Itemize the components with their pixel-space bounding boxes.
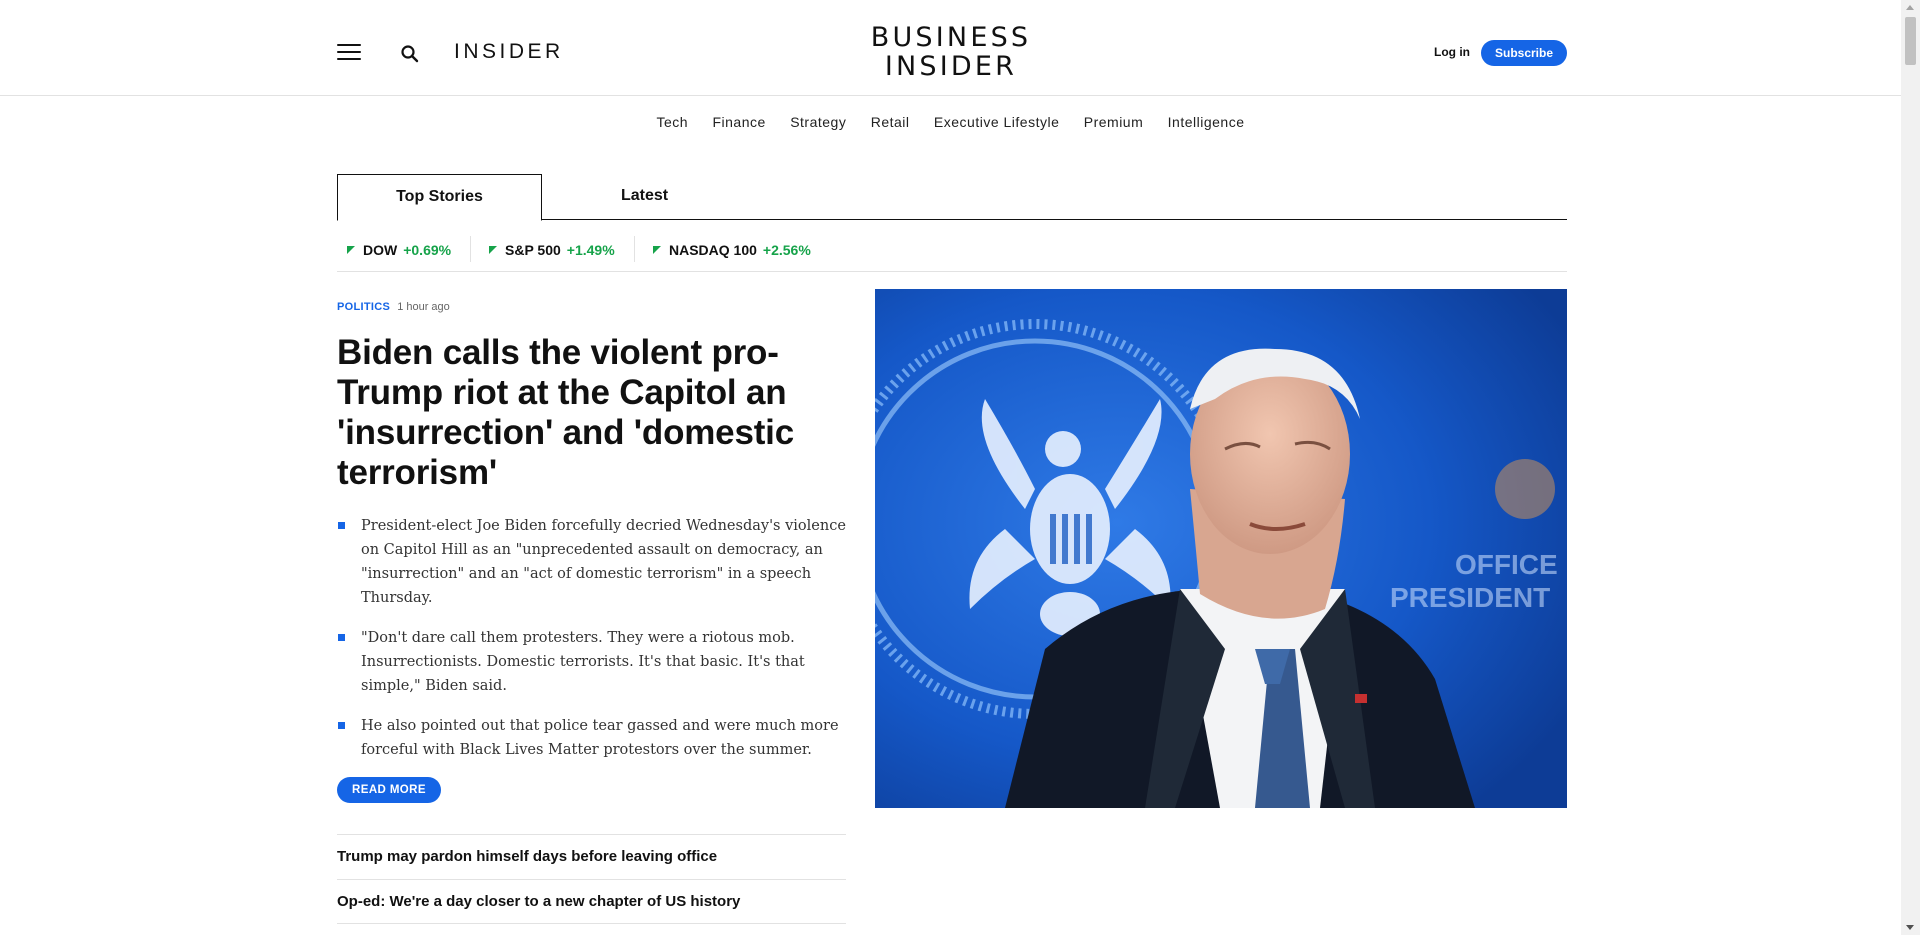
subscribe-button[interactable]: Subscribe — [1481, 40, 1567, 66]
search-icon[interactable] — [400, 44, 420, 64]
logo-line-insider: INSIDER — [884, 51, 1018, 82]
logo-line-business: BUSINESS — [870, 22, 1032, 53]
nav-item-retail[interactable]: Retail — [871, 114, 910, 130]
bullet-square-icon — [338, 722, 345, 729]
nav-item-tech[interactable]: Tech — [657, 114, 689, 130]
seal-text-president: PRESIDENT — [1390, 582, 1550, 613]
story-meta: POLITICS 1 hour ago — [337, 301, 450, 313]
seal-text-office: OFFICE — [1455, 549, 1558, 580]
nav-item-intelligence[interactable]: Intelligence — [1168, 114, 1245, 130]
nav-item-finance[interactable]: Finance — [712, 114, 765, 130]
up-arrow-icon — [347, 246, 355, 254]
up-arrow-icon — [489, 246, 497, 254]
story-tabs: Top Stories Latest — [337, 174, 1567, 221]
market-name: DOW — [363, 242, 398, 258]
scrollbar-thumb[interactable] — [1905, 17, 1916, 65]
market-name: S&P 500 — [505, 242, 561, 258]
page-scrollbar[interactable] — [1901, 0, 1920, 935]
login-link[interactable]: Log in — [1434, 45, 1470, 59]
nav-item-premium[interactable]: Premium — [1084, 114, 1144, 130]
business-insider-logo[interactable]: BUSINESS INSIDER — [851, 23, 1051, 81]
scroll-down-icon[interactable] — [1906, 925, 1914, 930]
insider-link[interactable]: INSIDER — [454, 40, 564, 64]
summary-bullet: President-elect Joe Biden forcefully dec… — [337, 514, 847, 610]
summary-bullet: "Don't dare call them protesters. They w… — [337, 626, 847, 698]
menu-icon[interactable] — [337, 44, 361, 62]
related-stories: Trump may pardon himself days before lea… — [337, 834, 846, 924]
tab-latest[interactable]: Latest — [542, 174, 747, 221]
story-summary-list: President-elect Joe Biden forcefully dec… — [337, 514, 847, 778]
hero-image[interactable]: OFFICE PRESIDENT — [875, 289, 1567, 808]
market-nasdaq100[interactable]: NASDAQ 100 +2.56% — [653, 238, 811, 262]
related-story-link[interactable]: Trump may pardon himself days before lea… — [337, 834, 846, 879]
summary-text: "Don't dare call them protesters. They w… — [361, 630, 805, 694]
section-nav: Tech Finance Strategy Retail Executive L… — [0, 114, 1901, 130]
nav-item-strategy[interactable]: Strategy — [790, 114, 846, 130]
tab-top-stories[interactable]: Top Stories — [337, 174, 542, 221]
market-name: NASDAQ 100 — [669, 242, 757, 258]
summary-text: He also pointed out that police tear gas… — [361, 718, 839, 758]
summary-text: President-elect Joe Biden forcefully dec… — [361, 518, 846, 606]
bullet-square-icon — [338, 522, 345, 529]
nav-item-executive-lifestyle[interactable]: Executive Lifestyle — [934, 114, 1059, 130]
divider — [470, 236, 471, 262]
market-sp500[interactable]: S&P 500 +1.49% — [489, 238, 615, 262]
market-change: +1.49% — [566, 242, 615, 258]
scroll-up-icon[interactable] — [1906, 5, 1914, 10]
market-dow[interactable]: DOW +0.69% — [347, 238, 451, 262]
read-more-button[interactable]: READ MORE — [337, 777, 441, 803]
category-link[interactable]: POLITICS — [337, 301, 390, 313]
divider — [634, 236, 635, 262]
summary-bullet: He also pointed out that police tear gas… — [337, 714, 847, 762]
up-arrow-icon — [653, 246, 661, 254]
timestamp: 1 hour ago — [397, 301, 450, 313]
market-change: +0.69% — [403, 242, 452, 258]
market-ticker: DOW +0.69% S&P 500 +1.49% NASDAQ 100 +2.… — [337, 234, 1567, 272]
story-headline[interactable]: Biden calls the violent pro-Trump riot a… — [337, 333, 837, 493]
market-change: +2.56% — [762, 242, 811, 258]
site-header: INSIDER BUSINESS INSIDER Log in Subscrib… — [0, 0, 1901, 96]
related-story-link[interactable]: Op-ed: We're a day closer to a new chapt… — [337, 879, 846, 924]
bullet-square-icon — [338, 634, 345, 641]
